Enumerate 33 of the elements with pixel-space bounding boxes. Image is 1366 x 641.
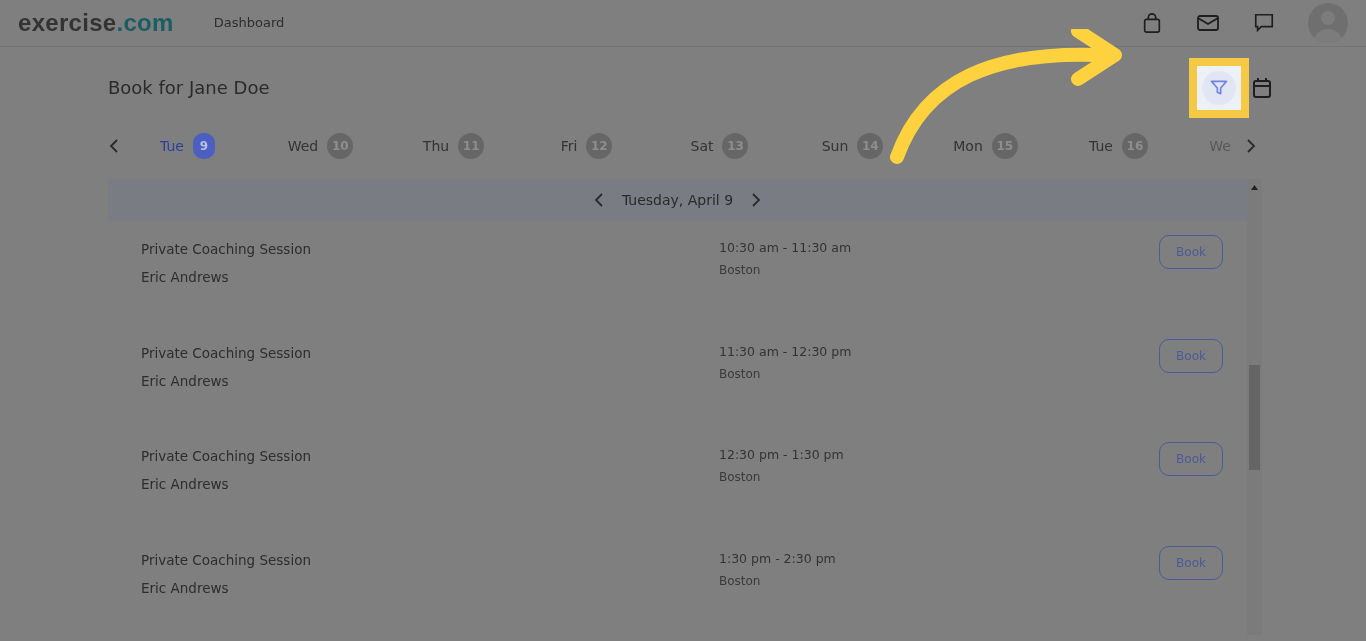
nav-link[interactable]: Dashboard bbox=[213, 13, 285, 33]
filter-button[interactable] bbox=[1202, 71, 1236, 105]
next-date-button[interactable] bbox=[751, 192, 762, 208]
mail-icon[interactable] bbox=[1196, 13, 1220, 33]
coach-name: Eric Andrews bbox=[141, 578, 230, 598]
next-days-button[interactable] bbox=[1245, 138, 1257, 154]
session-title: Private Coaching Session bbox=[141, 447, 312, 466]
session-time: 10:30 am - 11:30 am bbox=[719, 239, 853, 257]
session-title: Private Coaching Session bbox=[141, 550, 312, 570]
session-location: Boston bbox=[719, 365, 762, 383]
chat-icon[interactable] bbox=[1253, 12, 1275, 34]
session-location: Boston bbox=[719, 572, 762, 590]
session-location: Boston bbox=[719, 262, 762, 279]
day-tab[interactable]: Tue 9 bbox=[121, 133, 254, 159]
session-time: 1:30 pm - 2:30 pm bbox=[719, 549, 837, 568]
date-title: Tuesday, April 9 bbox=[621, 190, 734, 210]
page-title: Book for Jane Doe bbox=[108, 77, 270, 99]
scroll-up-icon[interactable] bbox=[1251, 185, 1258, 190]
shopping-bag-icon[interactable] bbox=[1141, 12, 1163, 34]
session-location: Boston bbox=[719, 469, 762, 486]
previous-days-button[interactable] bbox=[108, 138, 120, 154]
scrollbar[interactable] bbox=[1247, 179, 1262, 635]
calendar-icon[interactable] bbox=[1252, 77, 1272, 99]
logo[interactable]: exercise.com bbox=[18, 5, 174, 41]
session-time: 11:30 am - 12:30 pm bbox=[719, 342, 853, 361]
session-title: Private Coaching Session bbox=[141, 343, 312, 363]
coach-name: Eric Andrews bbox=[141, 371, 230, 391]
session-time: 12:30 pm - 1:30 pm bbox=[719, 446, 845, 464]
coach-name: Eric Andrews bbox=[141, 475, 230, 494]
session-title: Private Coaching Session bbox=[141, 240, 312, 259]
filter-icon bbox=[1209, 78, 1229, 98]
previous-date-button[interactable] bbox=[593, 192, 604, 208]
coach-name: Eric Andrews bbox=[141, 268, 230, 287]
